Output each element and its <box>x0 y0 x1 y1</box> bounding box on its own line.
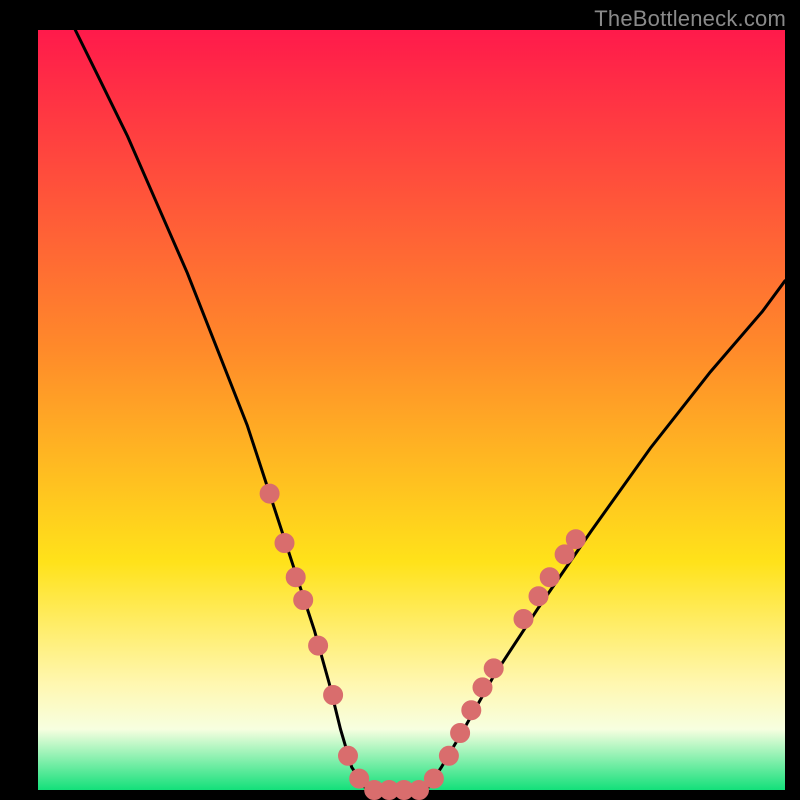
data-marker <box>473 678 492 697</box>
plot-background <box>38 30 785 790</box>
data-marker <box>286 568 305 587</box>
data-marker <box>424 769 443 788</box>
data-marker <box>566 530 585 549</box>
data-marker <box>462 701 481 720</box>
data-marker <box>294 591 313 610</box>
data-marker <box>275 534 294 553</box>
data-marker <box>540 568 559 587</box>
data-marker <box>529 587 548 606</box>
data-marker <box>484 659 503 678</box>
data-marker <box>439 746 458 765</box>
data-marker <box>324 686 343 705</box>
bottleneck-chart <box>0 0 800 800</box>
data-marker <box>309 636 328 655</box>
data-marker <box>339 746 358 765</box>
data-marker <box>451 724 470 743</box>
data-marker <box>260 484 279 503</box>
chart-frame: { "watermark": "TheBottleneck.com", "col… <box>0 0 800 800</box>
data-marker <box>514 610 533 629</box>
